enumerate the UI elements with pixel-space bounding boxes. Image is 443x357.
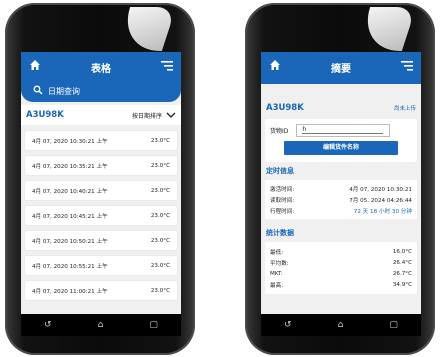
stat-value: 16.0°C	[392, 248, 412, 255]
stat-row: MKT: 26.7°C	[270, 268, 412, 279]
page-title: 表格	[91, 64, 111, 75]
timing-row: 行程时间: 72 天 18 小时 30 分钟	[270, 205, 412, 216]
timing-row: 读取时间: 7月 05, 2024 04:26:44	[270, 194, 412, 205]
stat-value: 26.4°C	[392, 259, 412, 266]
table-screen: 表格 日期查询 A3U98K 按日期排序 4月 07, 2020 10:30:2…	[21, 52, 181, 314]
timing-value: 4月 07, 2020 10:30:21	[349, 186, 412, 193]
device-id: A3U98K	[26, 110, 64, 120]
table-row[interactable]: 4月 07, 2020 10:35:21 上午 23.0°C	[25, 156, 177, 175]
search-icon	[33, 85, 43, 95]
timing-card: 激活时间: 4月 07, 2020 10:30:21 读取时间: 7月 05, 20…	[265, 180, 417, 219]
top-spacer	[261, 84, 421, 99]
stat-row: 最低: 16.0°C	[270, 246, 412, 257]
row-temp: 23.0°C	[150, 212, 170, 219]
date-search-bar[interactable]: 日期查询	[21, 82, 181, 102]
timing-value: 72 天 18 小时 30 分钟	[353, 208, 412, 215]
table-row[interactable]: 4月 07, 2020 10:55:21 上午 23.0°C	[25, 256, 177, 275]
screen-glare	[355, 7, 417, 51]
timing-section-title: 定时信息	[266, 167, 294, 175]
goods-id-label: 货物ID	[270, 127, 289, 135]
summary-screen: 摘要 A3U98K 尚未上传 货物ID h 编辑货件名称 定时信息 激活时间: 4…	[261, 52, 421, 314]
row-time: 4月 07, 2020 11:00:21 上午	[32, 288, 108, 295]
page-title: 摘要	[331, 64, 351, 75]
timing-value: 7月 05, 2024 04:26:44	[349, 197, 412, 204]
row-temp: 23.0°C	[150, 262, 170, 269]
stat-label: 最高:	[270, 282, 284, 289]
app-bar: 摘要	[261, 52, 421, 84]
goods-id-value: h	[302, 125, 307, 133]
timing-row: 激活时间: 4月 07, 2020 10:30:21	[270, 183, 412, 194]
sort-dropdown[interactable]: 按日期排序	[132, 111, 176, 120]
stat-value: 26.7°C	[392, 270, 412, 277]
summary-header: A3U98K 尚未上传	[261, 99, 421, 117]
timing-label: 行程时间:	[270, 208, 295, 215]
field-underline	[302, 132, 384, 134]
row-temp: 23.0°C	[150, 187, 170, 194]
table-row[interactable]: 4月 07, 2020 10:45:21 上午 23.0°C	[25, 206, 177, 225]
row-time: 4月 07, 2020 10:40:21 上午	[32, 188, 108, 195]
edit-shipment-name-button[interactable]: 编辑货件名称	[284, 141, 398, 155]
system-nav-bar: ↺ ⌂ ▢	[261, 314, 421, 336]
table-row[interactable]: 4月 07, 2020 10:40:21 上午 23.0°C	[25, 181, 177, 200]
sort-label: 按日期排序	[131, 112, 162, 120]
timing-label: 激活时间:	[270, 186, 295, 193]
timing-label: 读取时间:	[270, 197, 295, 204]
goods-card: 货物ID h 编辑货件名称	[265, 119, 417, 162]
table-row[interactable]: 4月 07, 2020 11:00:21 上午 23.0°C	[25, 281, 177, 300]
stat-row: 平均数: 26.4°C	[270, 257, 412, 268]
screen-glare	[115, 7, 177, 51]
row-time: 4月 07, 2020 10:50:21 上午	[32, 238, 108, 245]
row-temp: 23.0°C	[150, 287, 170, 294]
chevron-down-icon	[166, 112, 176, 118]
row-time: 4月 07, 2020 10:30:21 上午	[32, 138, 108, 145]
row-time: 4月 07, 2020 10:45:21 上午	[32, 213, 108, 220]
row-temp: 23.0°C	[150, 137, 170, 144]
row-temp: 23.0°C	[150, 162, 170, 169]
row-time: 4月 07, 2020 10:55:21 上午	[32, 263, 108, 270]
list-header: A3U98K 按日期排序	[21, 105, 181, 125]
device-id: A3U98K	[266, 103, 304, 113]
table-row[interactable]: 4月 07, 2020 10:50:21 上午 23.0°C	[25, 231, 177, 250]
date-search-label: 日期查询	[48, 87, 80, 96]
home-button[interactable]: ⌂	[98, 320, 104, 330]
row-time: 4月 07, 2020 10:35:21 上午	[32, 163, 108, 170]
filter-menu-icon[interactable]	[161, 61, 173, 71]
stat-row: 最高: 34.9°C	[270, 279, 412, 290]
app-bar: 表格	[21, 52, 181, 82]
stats-section-title: 统计数据	[266, 229, 294, 237]
row-temp: 23.0°C	[150, 237, 170, 244]
stat-value: 34.9°C	[392, 281, 412, 288]
recent-apps-button[interactable]: ▢	[149, 320, 158, 330]
system-nav-bar: ↺ ⌂ ▢	[21, 314, 181, 336]
recent-apps-button[interactable]: ▢	[389, 320, 398, 330]
reading-list: 4月 07, 2020 10:30:21 上午 23.0°C 4月 07, 202…	[21, 131, 181, 300]
home-button[interactable]: ⌂	[338, 320, 344, 330]
stat-label: 平均数:	[270, 260, 289, 267]
upload-status-link[interactable]: 尚未上传	[394, 104, 416, 112]
filter-menu-icon[interactable]	[401, 61, 413, 71]
back-button[interactable]: ↺	[284, 320, 292, 330]
goods-id-field[interactable]: h	[296, 123, 391, 137]
stats-card: 最低: 16.0°C 平均数: 26.4°C MKT: 26.7°C 最高: 34.9°…	[265, 242, 417, 294]
back-button[interactable]: ↺	[44, 320, 52, 330]
phone-right: 摘要 A3U98K 尚未上传 货物ID h 编辑货件名称 定时信息 激活时间: 4…	[245, 3, 435, 355]
phone-left: 表格 日期查询 A3U98K 按日期排序 4月 07, 2020 10:30:2…	[5, 3, 195, 355]
stat-label: MKT:	[270, 270, 283, 277]
stat-label: 最低:	[270, 249, 284, 256]
table-row[interactable]: 4月 07, 2020 10:30:21 上午 23.0°C	[25, 131, 177, 150]
